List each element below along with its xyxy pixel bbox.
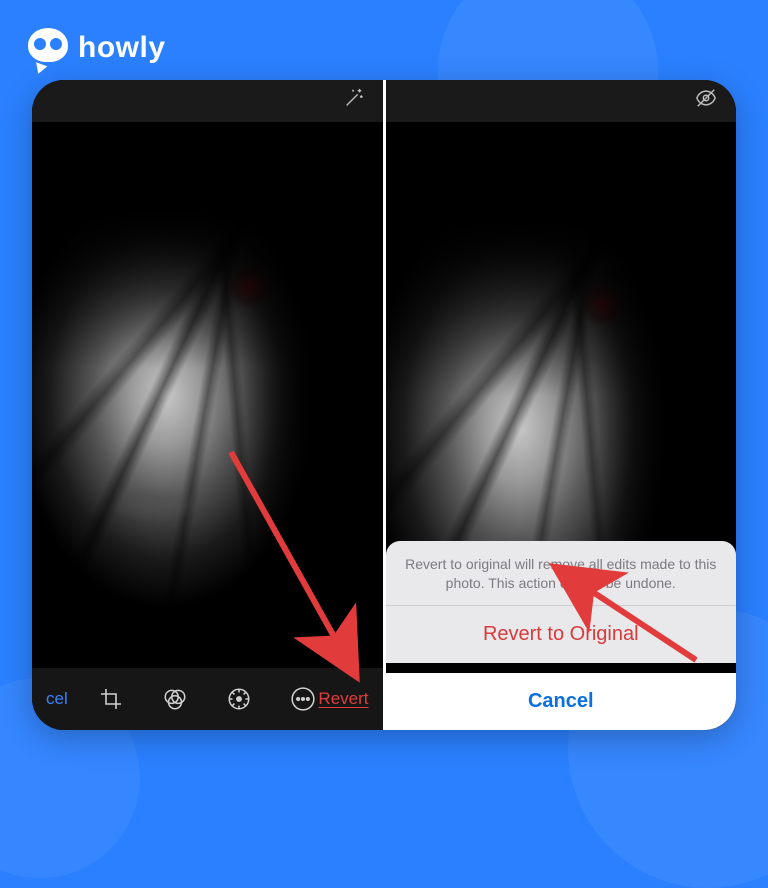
revert-to-original-button[interactable]: Revert to Original (386, 606, 737, 663)
owl-icon (28, 28, 68, 68)
right-screenshot: Revert to original will remove all edits… (386, 80, 737, 730)
brand-logo: howly (28, 28, 166, 68)
photo-preview: Revert to original will remove all edits… (386, 122, 737, 730)
filters-icon[interactable] (162, 686, 188, 712)
cancel-button[interactable]: cel (46, 689, 70, 709)
brand-name: howly (78, 31, 166, 65)
magic-wand-icon[interactable] (343, 87, 365, 115)
revert-button[interactable]: Revert (318, 689, 368, 709)
photo-preview (32, 122, 383, 668)
comparison-card: cel (32, 80, 736, 730)
editor-topbar (32, 80, 383, 122)
editor-topbar (386, 80, 737, 122)
editor-toolbar: cel (32, 668, 383, 730)
left-screenshot: cel (32, 80, 383, 730)
cancel-button[interactable]: Cancel (386, 673, 737, 730)
crop-icon[interactable] (98, 686, 124, 712)
adjust-icon[interactable] (226, 686, 252, 712)
eye-slash-icon[interactable] (694, 87, 718, 115)
more-icon[interactable] (290, 686, 316, 712)
sheet-message: Revert to original will remove all edits… (386, 541, 737, 605)
action-sheet: Revert to original will remove all edits… (386, 541, 737, 730)
